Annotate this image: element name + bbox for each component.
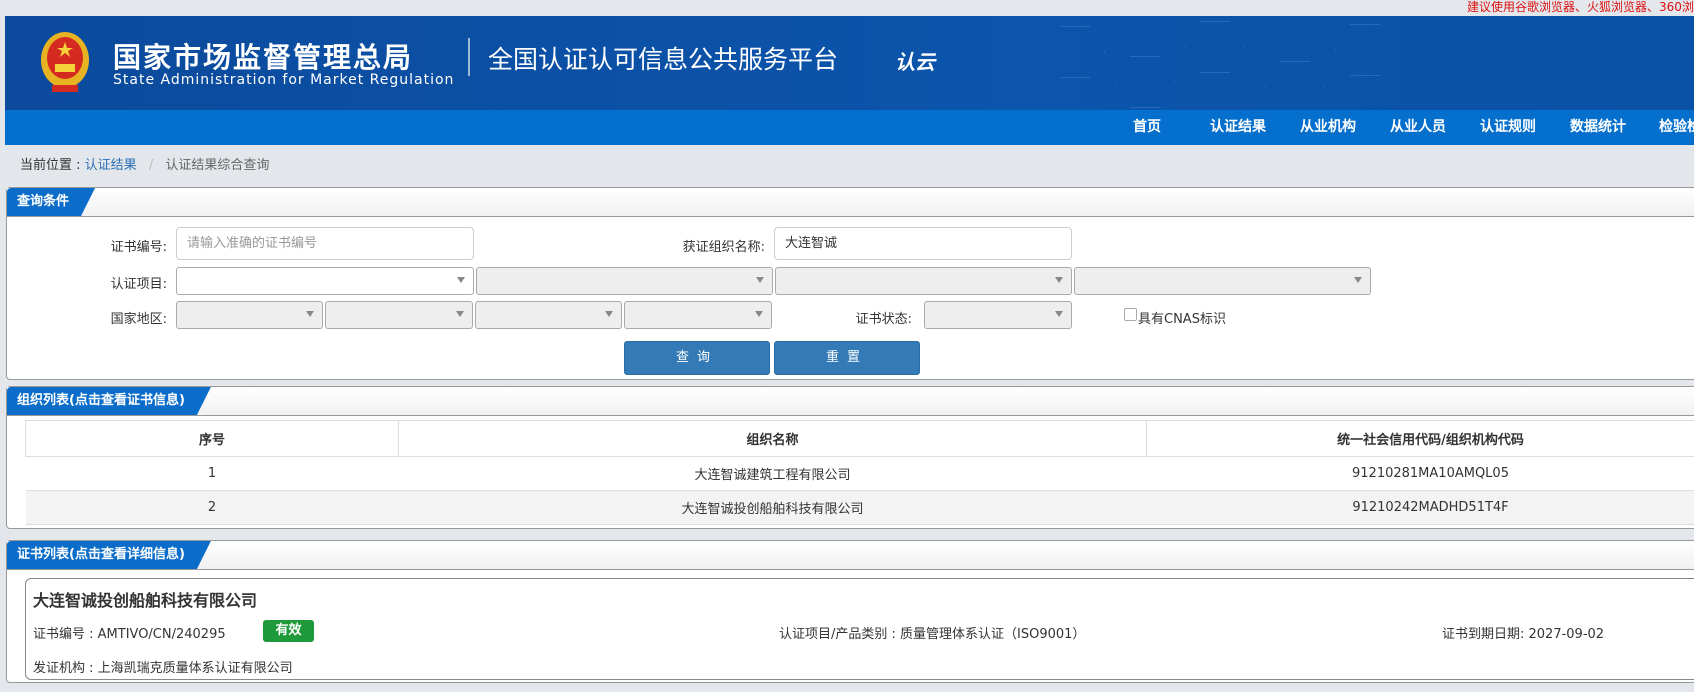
hex-decoration [1335, 24, 1395, 76]
panel-title: 查询条件 [7, 188, 95, 216]
breadcrumb-link[interactable]: 认证结果 [85, 158, 137, 173]
chevron-down-icon [456, 311, 464, 317]
org-name-input[interactable]: 大连智诚 [774, 227, 1072, 260]
table-row[interactable]: 2 大连智诚投创船舶科技有限公司 91210242MADHD51T4F [25, 490, 1694, 525]
cert-no-input[interactable]: 请输入准确的证书编号 [176, 227, 474, 260]
cert-expiry: 证书到期日期: 2027-09-02 [1442, 627, 1605, 642]
panel-header: 证书列表(点击查看详细信息) [7, 541, 1694, 570]
row-credit-code: 91210242MADHD51T4F [1146, 490, 1694, 525]
project-select-4[interactable] [1074, 267, 1371, 295]
col-credit-code: 统一社会信用代码/组织机构代码 [1146, 420, 1694, 457]
cert-card[interactable]: 大连智诚投创船舶科技有限公司 证书编号 : AMTIVO/CN/240295 有… [25, 578, 1694, 680]
project-label: 认证项目: [110, 277, 167, 292]
chevron-down-icon [1354, 277, 1362, 283]
row-index: 2 [25, 490, 399, 525]
col-index: 序号 [25, 420, 399, 457]
cert-number: 证书编号 : AMTIVO/CN/240295 [33, 627, 226, 642]
cnas-label: 具有CNAS标识 [1138, 312, 1226, 327]
table-row[interactable]: 1 大连智诚建筑工程有限公司 91210281MA10AMQL05 [25, 456, 1694, 491]
browser-tip: 建议使用谷歌浏览器、火狐浏览器、360浏 [1467, 0, 1694, 14]
region-select-2[interactable] [325, 301, 473, 329]
chevron-down-icon [457, 277, 465, 283]
chevron-down-icon [1055, 277, 1063, 283]
reset-button[interactable]: 重置 [774, 341, 920, 375]
status-label: 证书状态: [855, 312, 912, 327]
hex-decoration [1045, 26, 1105, 78]
col-org-name: 组织名称 [398, 420, 1147, 457]
row-credit-code: 91210281MA10AMQL05 [1146, 456, 1694, 491]
panel-title: 组织列表(点击查看证书信息) [7, 387, 211, 415]
cert-list-panel: 证书列表(点击查看详细信息) 大连智诚投创船舶科技有限公司 证书编号 : AMT… [6, 540, 1694, 683]
breadcrumb-current: 认证结果综合查询 [165, 158, 270, 173]
region-select-1[interactable] [176, 301, 323, 329]
nav-statistics[interactable]: 数据统计 [1570, 110, 1626, 145]
region-select-4[interactable] [624, 301, 772, 329]
status-badge: 有效 [263, 620, 314, 642]
hex-decoration [1265, 61, 1325, 110]
renyun-logo: 认云 [895, 50, 935, 74]
chevron-down-icon [306, 311, 314, 317]
table-header-row: 序号 组织名称 统一社会信用代码/组织机构代码 [25, 420, 1694, 457]
region-label: 国家地区: [110, 312, 167, 327]
panel-header: 组织列表(点击查看证书信息) [7, 387, 1694, 416]
chevron-down-icon [756, 277, 764, 283]
row-index: 1 [25, 456, 399, 491]
chevron-down-icon [605, 311, 613, 317]
breadcrumb: 当前位置 : 认证结果 / 认证结果综合查询 [20, 154, 269, 173]
nav-testing[interactable]: 检验检测 [1659, 110, 1694, 145]
row-org-name[interactable]: 大连智诚建筑工程有限公司 [398, 456, 1147, 491]
cert-no-label: 证书编号: [110, 240, 167, 255]
national-emblem-icon [41, 32, 89, 92]
region-select-3[interactable] [475, 301, 622, 329]
agency-name-cn: 国家市场监督管理总局 [113, 41, 414, 74]
panel-header: 查询条件 [7, 188, 1694, 217]
panel-title: 证书列表(点击查看详细信息) [7, 541, 211, 569]
header-divider [468, 38, 470, 76]
platform-title: 全国认证认可信息公共服务平台 [488, 45, 839, 74]
agency-name-en: State Administration for Market Regulati… [113, 72, 455, 88]
org-table: 序号 组织名称 统一社会信用代码/组织机构代码 1 大连智诚建筑工程有限公司 9… [25, 420, 1694, 525]
query-panel: 查询条件 证书编号: 请输入准确的证书编号 获证组织名称: 大连智诚 认证项目:… [6, 187, 1694, 380]
project-select-2[interactable] [476, 267, 773, 295]
header-banner: 国家市场监督管理总局 State Administration for Mark… [5, 16, 1694, 110]
project-select-3[interactable] [775, 267, 1072, 295]
org-name-label: 获证组织名称: [682, 240, 765, 255]
top-strip: 建议使用谷歌浏览器、火狐浏览器、360浏 [0, 0, 1694, 16]
cert-company: 大连智诚投创船舶科技有限公司 [33, 591, 258, 610]
breadcrumb-separator: / [148, 158, 154, 173]
chevron-down-icon [1055, 311, 1063, 317]
status-select[interactable] [924, 301, 1072, 329]
hex-decoration [1115, 56, 1175, 108]
hex-decoration [1185, 21, 1245, 73]
chevron-down-icon [755, 311, 763, 317]
nav-institutions[interactable]: 从业机构 [1300, 110, 1356, 145]
cert-project: 认证项目/产品类别 : 质量管理体系认证（ISO9001） [779, 627, 1086, 642]
org-list-panel: 组织列表(点击查看证书信息) 序号 组织名称 统一社会信用代码/组织机构代码 1… [6, 386, 1694, 529]
nav-personnel[interactable]: 从业人员 [1390, 110, 1446, 145]
main-nav: 首页 认证结果 从业机构 从业人员 认证规则 数据统计 检验检测 [5, 110, 1694, 145]
nav-home[interactable]: 首页 [1133, 110, 1161, 145]
project-select-1[interactable] [176, 267, 474, 295]
row-org-name[interactable]: 大连智诚投创船舶科技有限公司 [398, 490, 1147, 525]
search-button[interactable]: 查询 [624, 341, 770, 375]
nav-cert-results[interactable]: 认证结果 [1210, 110, 1266, 145]
cert-issuer: 发证机构 : 上海凯瑞克质量体系认证有限公司 [33, 661, 293, 676]
nav-rules[interactable]: 认证规则 [1480, 110, 1536, 145]
breadcrumb-prefix: 当前位置 : [20, 158, 81, 173]
cnas-checkbox[interactable] [1124, 308, 1137, 321]
